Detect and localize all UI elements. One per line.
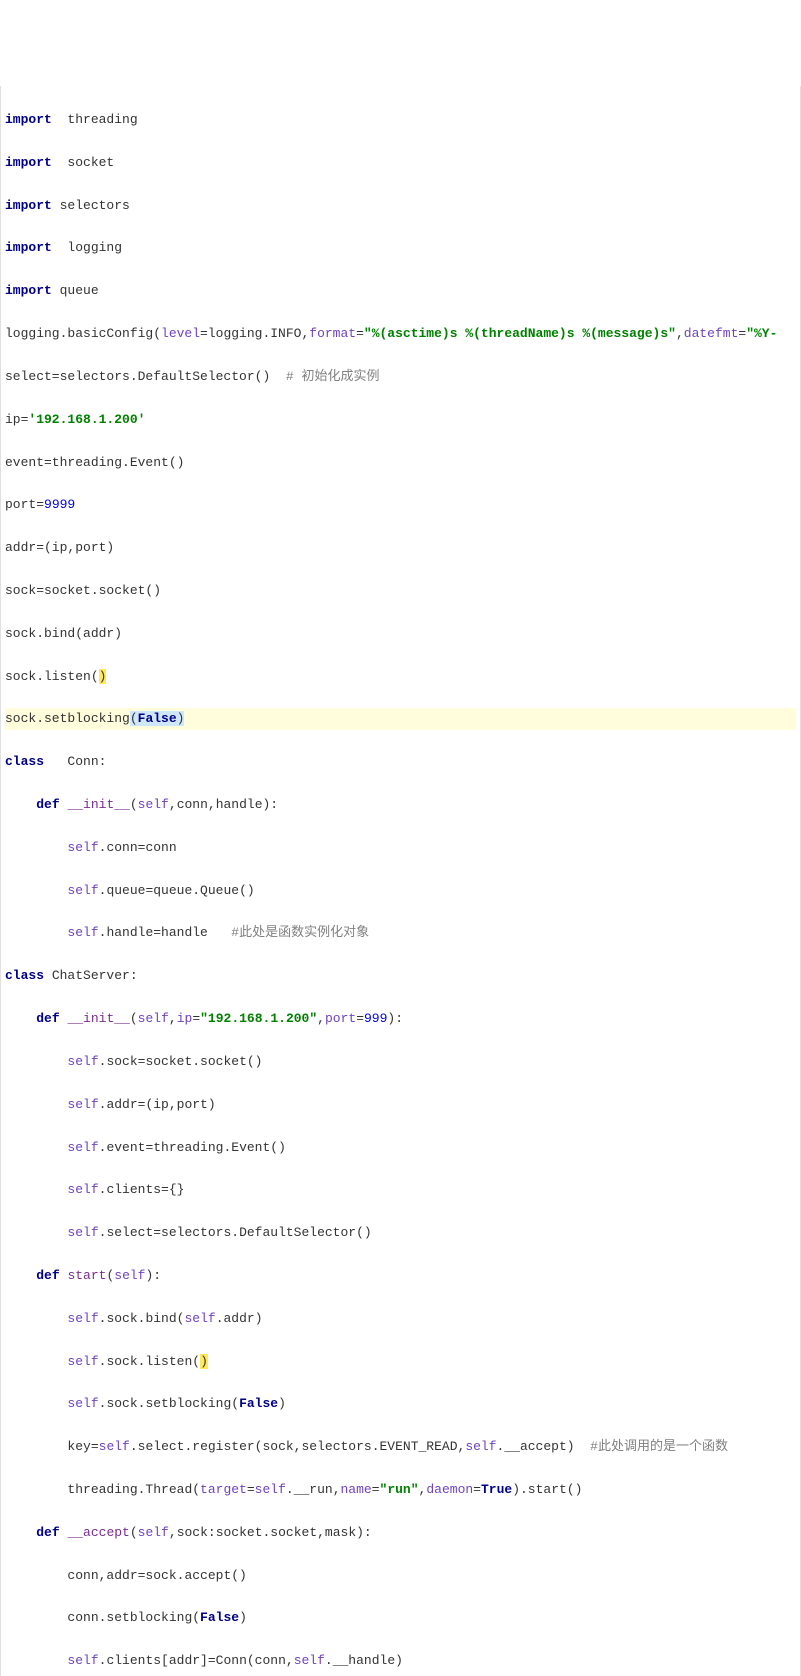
code-line: import threading: [5, 109, 796, 130]
code-line: self.clients[addr]=Conn(conn,self.__hand…: [5, 1650, 796, 1671]
code-line: import queue: [5, 280, 796, 301]
code-line: self.conn=conn: [5, 837, 796, 858]
code-line: sock.listen(): [5, 666, 796, 687]
code-line: logging.basicConfig(level=logging.INFO,f…: [5, 323, 796, 344]
code-editor: import threading import socket import se…: [0, 86, 801, 1676]
code-line: sock=socket.socket(): [5, 580, 796, 601]
code-line: class ChatServer:: [5, 965, 796, 986]
code-line: event=threading.Event(): [5, 452, 796, 473]
code-line: conn.setblocking(False): [5, 1607, 796, 1628]
code-line: def __init__(self,conn,handle):: [5, 794, 796, 815]
code-line: threading.Thread(target=self.__run,name=…: [5, 1479, 796, 1500]
code-line: self.handle=handle #此处是函数实例化对象: [5, 922, 796, 943]
code-line: import socket: [5, 152, 796, 173]
code-line: def __init__(self,ip="192.168.1.200",por…: [5, 1008, 796, 1029]
code-line: import selectors: [5, 195, 796, 216]
code-line: select=selectors.DefaultSelector() # 初始化…: [5, 366, 796, 387]
code-line: self.event=threading.Event(): [5, 1137, 796, 1158]
code-line: conn,addr=sock.accept(): [5, 1565, 796, 1586]
code-line: ip='192.168.1.200': [5, 409, 796, 430]
code-line: self.addr=(ip,port): [5, 1094, 796, 1115]
code-line: key=self.select.register(sock,selectors.…: [5, 1436, 796, 1457]
code-line: addr=(ip,port): [5, 537, 796, 558]
code-line: self.clients={}: [5, 1179, 796, 1200]
code-line: self.sock.listen(): [5, 1351, 796, 1372]
code-line-highlighted: sock.setblocking(False): [5, 708, 796, 729]
code-line: self.select=selectors.DefaultSelector(): [5, 1222, 796, 1243]
code-line: class Conn:: [5, 751, 796, 772]
code-line: def __accept(self,sock:socket.socket,mas…: [5, 1522, 796, 1543]
code-line: self.sock.setblocking(False): [5, 1393, 796, 1414]
code-line: self.sock=socket.socket(): [5, 1051, 796, 1072]
code-line: sock.bind(addr): [5, 623, 796, 644]
code-line: def start(self):: [5, 1265, 796, 1286]
code-line: self.sock.bind(self.addr): [5, 1308, 796, 1329]
code-line: port=9999: [5, 494, 796, 515]
code-line: self.queue=queue.Queue(): [5, 880, 796, 901]
code-line: import logging: [5, 237, 796, 258]
